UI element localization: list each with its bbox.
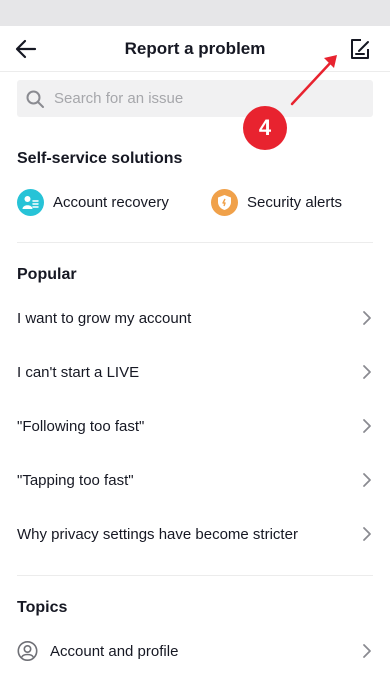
divider [17,242,373,243]
annotation-step-badge: 4 [243,106,287,150]
chevron-right-icon [363,527,371,541]
account-recovery-label: Account recovery [53,193,169,211]
user-circle-icon [17,641,38,661]
search-input[interactable] [54,90,354,107]
popular-item-label: "Tapping too fast" [17,471,134,489]
page-title: Report a problem [124,39,266,58]
feedback-history-button[interactable] [346,35,374,63]
header: Report a problem [0,26,390,72]
account-recovery-icon [17,188,44,216]
self-service-title: Self-service solutions [17,150,183,167]
search-icon [26,90,44,108]
divider [17,575,373,576]
account-recovery-item[interactable]: Account recovery [17,188,169,216]
popular-item-label: I can't start a LIVE [17,363,140,381]
popular-title: Popular [17,266,77,283]
popular-item[interactable]: "Following too fast" [0,399,390,453]
popular-item[interactable]: Why privacy settings have become stricte… [0,507,390,561]
topic-item-label: Account and profile [50,642,179,660]
chevron-right-icon [363,365,371,379]
popular-item[interactable]: I can't start a LIVE [0,345,390,399]
popular-item-label: I want to grow my account [17,309,192,327]
chevron-right-icon [363,644,371,658]
edit-document-icon [351,39,369,59]
chevron-right-icon [363,473,371,487]
shield-icon [211,188,238,216]
security-alerts-label: Security alerts [247,193,343,211]
security-alerts-item[interactable]: Security alerts [211,188,342,216]
chevron-right-icon [363,419,371,433]
popular-item-label: Why privacy settings have become stricte… [17,525,298,543]
topic-item-account-and-profile[interactable]: Account and profile [0,624,390,678]
popular-item-label: "Following too fast" [17,417,145,435]
status-bar [0,0,390,26]
topics-title: Topics [17,599,68,616]
chevron-right-icon [363,311,371,325]
search-bar[interactable] [17,80,373,117]
popular-item[interactable]: I want to grow my account [0,291,390,345]
popular-item[interactable]: "Tapping too fast" [0,453,390,507]
